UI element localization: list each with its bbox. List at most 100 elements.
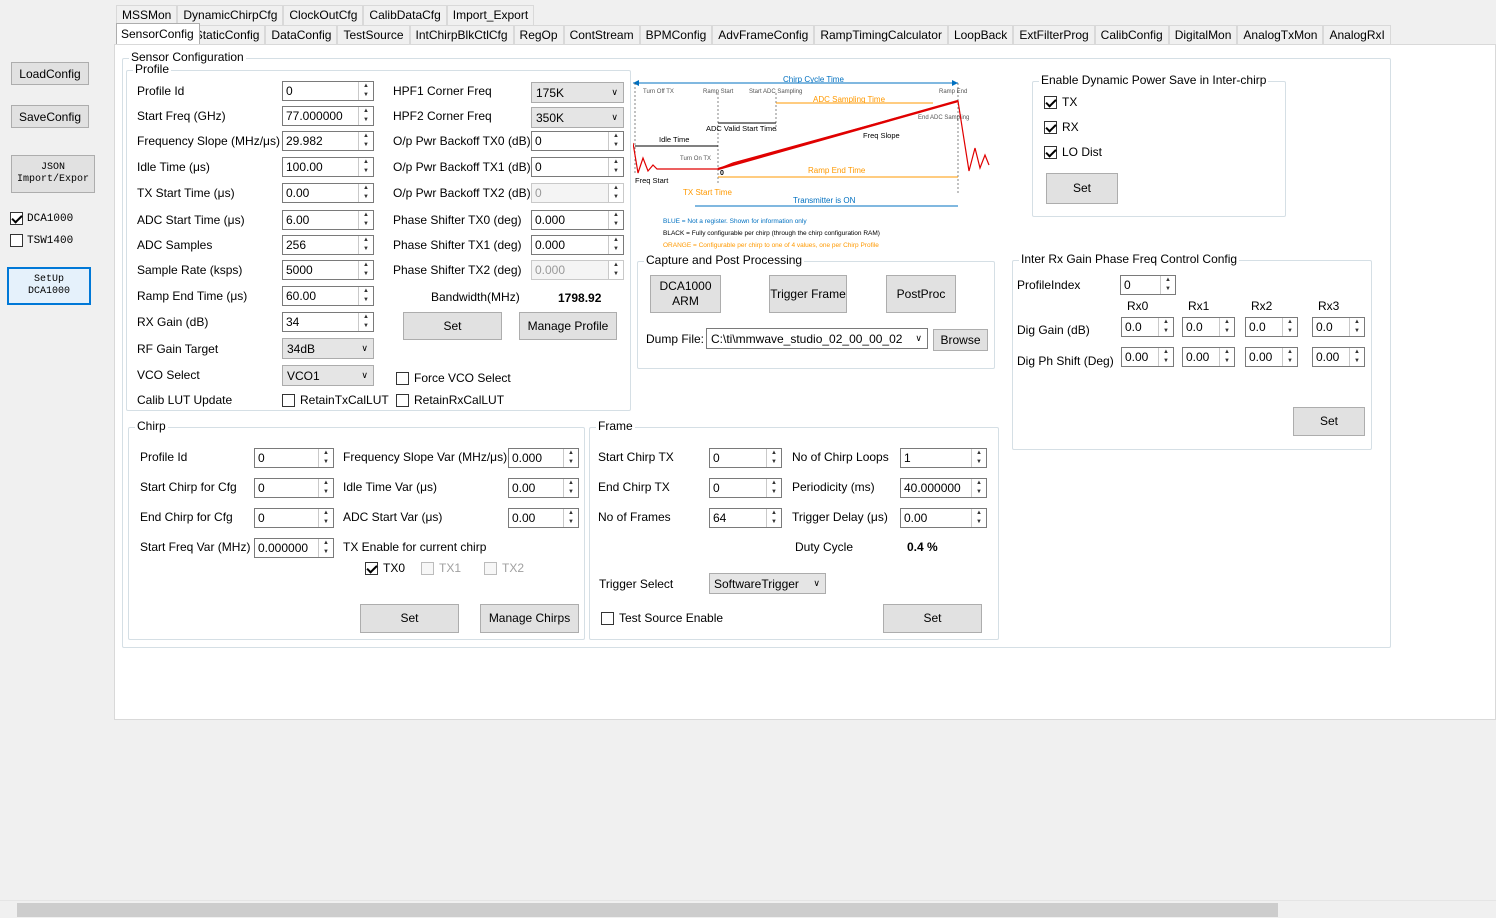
spinner-arrows[interactable]: ▲ ▼ — [358, 82, 373, 100]
spinner-arrows[interactable]: ▲ ▼ — [608, 261, 623, 279]
hpf1-select[interactable]: 175K ∨ — [531, 82, 624, 103]
tab-extfilterprog[interactable]: ExtFilterProg — [1013, 25, 1095, 45]
profile-field-input[interactable]: 29.982 ▲ ▼ — [282, 131, 374, 151]
spinner-arrows[interactable]: ▲ ▼ — [563, 449, 578, 467]
profile-field-input[interactable]: 5000 ▲ ▼ — [282, 260, 374, 280]
spinner-arrows[interactable]: ▲ ▼ — [608, 158, 623, 176]
manage-profile-button[interactable]: Manage Profile — [519, 312, 617, 340]
tab-clockoutcfg[interactable]: ClockOutCfg — [283, 5, 364, 25]
dig-gain-input[interactable]: 0.0 ▲ ▼ — [1182, 317, 1235, 337]
chirp-set-button[interactable]: Set — [360, 604, 459, 633]
chirp-var-input[interactable]: 0.00 ▲ ▼ — [508, 478, 579, 498]
spinner-arrows[interactable]: ▲ ▼ — [358, 236, 373, 254]
dig-gain-input[interactable]: 0.0 ▲ ▼ — [1245, 317, 1298, 337]
spinner-arrows[interactable]: ▲ ▼ — [563, 509, 578, 527]
save-config-button[interactable]: SaveConfig — [11, 105, 89, 128]
vco-select[interactable]: VCO1 ∨ — [282, 365, 374, 386]
tsw1400-checkbox[interactable]: TSW1400 — [10, 234, 73, 247]
postproc-button[interactable]: PostProc — [886, 275, 956, 313]
spinner-arrows[interactable]: ▲ ▼ — [358, 287, 373, 305]
dig-phase-input[interactable]: 0.00 ▲ ▼ — [1182, 347, 1235, 367]
spinner-arrows[interactable]: ▲ ▼ — [1219, 348, 1234, 366]
hpf2-select[interactable]: 350K ∨ — [531, 107, 624, 128]
manage-chirps-button[interactable]: Manage Chirps — [480, 604, 579, 633]
chirp-field-input[interactable]: 0 ▲ ▼ — [254, 448, 334, 468]
tab-testsource[interactable]: TestSource — [337, 25, 410, 45]
retain-tx-checkbox[interactable]: RetainTxCalLUT — [282, 393, 389, 407]
force-vco-checkbox[interactable]: Force VCO Select — [396, 371, 511, 385]
profile-set-button[interactable]: Set — [403, 312, 502, 340]
tab-advframeconfig[interactable]: AdvFrameConfig — [712, 25, 815, 45]
retain-rx-checkbox[interactable]: RetainRxCalLUT — [396, 393, 504, 407]
dig-phase-input[interactable]: 0.00 ▲ ▼ — [1245, 347, 1298, 367]
frame-set-button[interactable]: Set — [883, 604, 982, 633]
chirp-field-input[interactable]: 0 ▲ ▼ — [254, 478, 334, 498]
spinner-arrows[interactable]: ▲ ▼ — [1158, 318, 1173, 336]
spinner-arrows[interactable]: ▲ ▼ — [358, 313, 373, 331]
spinner-arrows[interactable]: ▲ ▼ — [1282, 318, 1297, 336]
spinner-arrows[interactable]: ▲ ▼ — [1282, 348, 1297, 366]
tab-loopback[interactable]: LoopBack — [947, 25, 1014, 45]
spinner-arrows[interactable]: ▲ ▼ — [766, 449, 781, 467]
tab-bpmconfig[interactable]: BPMConfig — [639, 25, 713, 45]
dig-phase-input[interactable]: 0.00 ▲ ▼ — [1121, 347, 1174, 367]
tab-calibconfig[interactable]: CalibConfig — [1094, 25, 1169, 45]
tab-sensorconfig[interactable]: SensorConfig — [116, 23, 200, 45]
chirp-tx2-checkbox[interactable]: TX2 — [484, 561, 524, 575]
spinner-arrows[interactable]: ▲ ▼ — [358, 132, 373, 150]
profile-field-input[interactable]: 100.00 ▲ ▼ — [282, 157, 374, 177]
tab-staticconfig[interactable]: StaticConfig — [188, 25, 266, 45]
spinner-arrows[interactable]: ▲ ▼ — [358, 158, 373, 176]
spinner-arrows[interactable]: ▲ ▼ — [358, 211, 373, 229]
dca1000-checkbox[interactable]: DCA1000 — [10, 212, 73, 225]
spinner-arrows[interactable]: ▲ ▼ — [318, 539, 333, 557]
spinner-arrows[interactable]: ▲ ▼ — [318, 509, 333, 527]
frame-field-input[interactable]: 0 ▲ ▼ — [709, 478, 782, 498]
tab-dynamicchirpcfg[interactable]: DynamicChirpCfg — [177, 5, 284, 25]
dig-phase-input[interactable]: 0.00 ▲ ▼ — [1312, 347, 1365, 367]
spinner-arrows[interactable]: ▲ ▼ — [971, 509, 986, 527]
horizontal-scrollbar[interactable] — [0, 900, 1496, 918]
spinner-arrows[interactable]: ▲ ▼ — [971, 479, 986, 497]
tab-regop[interactable]: RegOp — [513, 25, 564, 45]
spinner-arrows[interactable]: ▲ ▼ — [608, 132, 623, 150]
tab-dataconfig[interactable]: DataConfig — [265, 25, 338, 45]
spinner-arrows[interactable]: ▲ ▼ — [358, 107, 373, 125]
frame-param-input[interactable]: 1 ▲ ▼ — [900, 448, 987, 468]
power-rx-checkbox[interactable]: RX — [1044, 120, 1079, 134]
spinner-arrows[interactable]: ▲ ▼ — [1160, 276, 1175, 294]
spinner-arrows[interactable]: ▲ ▼ — [318, 449, 333, 467]
spinner-arrows[interactable]: ▲ ▼ — [608, 211, 623, 229]
rf-gain-select[interactable]: 34dB ∨ — [282, 338, 374, 359]
frame-param-input[interactable]: 40.000000 ▲ ▼ — [900, 478, 987, 498]
power-tx-checkbox[interactable]: TX — [1044, 95, 1077, 109]
test-source-checkbox[interactable]: Test Source Enable — [601, 611, 723, 625]
chirp-var-input[interactable]: 0.00 ▲ ▼ — [508, 508, 579, 528]
chirp-field-input[interactable]: 0.000000 ▲ ▼ — [254, 538, 334, 558]
tab-analogtxmon[interactable]: AnalogTxMon — [1237, 25, 1324, 45]
spinner-arrows[interactable]: ▲ ▼ — [608, 184, 623, 202]
profile-right-input[interactable]: 0 ▲ ▼ — [531, 157, 624, 177]
frame-field-input[interactable]: 64 ▲ ▼ — [709, 508, 782, 528]
profile-field-input[interactable]: 60.00 ▲ ▼ — [282, 286, 374, 306]
dca1000-arm-button[interactable]: DCA1000 ARM — [650, 275, 721, 313]
dump-file-select[interactable]: C:\ti\mmwave_studio_02_00_00_02 ∨ — [706, 328, 928, 349]
profile-index-spinner[interactable]: 0 ▲ ▼ — [1120, 275, 1176, 295]
profile-field-input[interactable]: 256 ▲ ▼ — [282, 235, 374, 255]
profile-right-input[interactable]: 0.000 ▲ ▼ — [531, 210, 624, 230]
profile-right-input[interactable]: 0 ▲ ▼ — [531, 183, 624, 203]
spinner-arrows[interactable]: ▲ ▼ — [563, 479, 578, 497]
json-import-export-button[interactable]: JSON Import/Expor — [11, 155, 95, 193]
tab-calibdatacfg[interactable]: CalibDataCfg — [363, 5, 447, 25]
spinner-arrows[interactable]: ▲ ▼ — [766, 479, 781, 497]
spinner-arrows[interactable]: ▲ ▼ — [766, 509, 781, 527]
scrollbar-thumb[interactable] — [17, 903, 1278, 917]
spinner-arrows[interactable]: ▲ ▼ — [1349, 348, 1364, 366]
dig-gain-input[interactable]: 0.0 ▲ ▼ — [1121, 317, 1174, 337]
rx-gain-set-button[interactable]: Set — [1293, 407, 1365, 436]
trigger-frame-button[interactable]: Trigger Frame — [769, 275, 847, 313]
spinner-arrows[interactable]: ▲ ▼ — [318, 479, 333, 497]
tab-intchirpblkctlcfg[interactable]: IntChirpBlkCtlCfg — [409, 25, 514, 45]
profile-right-input[interactable]: 0 ▲ ▼ — [531, 131, 624, 151]
chirp-tx1-checkbox[interactable]: TX1 — [421, 561, 461, 575]
